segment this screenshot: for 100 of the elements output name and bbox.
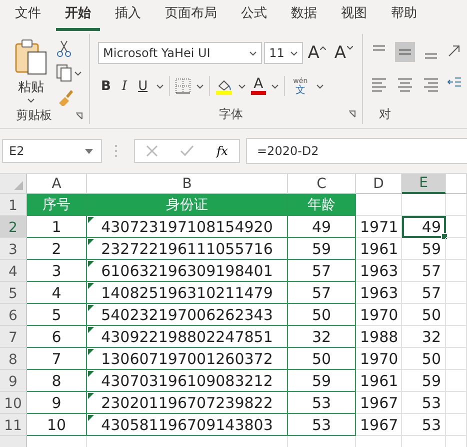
row-header[interactable]: 9 <box>0 370 27 392</box>
ribbon-tab[interactable]: 帮助 <box>382 0 426 30</box>
table-cell: 610632196309198401 <box>87 260 288 282</box>
caret-icon[interactable] <box>156 84 164 88</box>
empty-cell <box>446 348 467 370</box>
table-cell: 1961 <box>356 238 402 260</box>
group-label: 剪贴板 <box>16 107 52 124</box>
table-cell: 430922198802247851 <box>87 326 288 348</box>
table-cell: 130607197001260372 <box>87 348 288 370</box>
ribbon-tab[interactable]: 公式 <box>232 0 276 30</box>
table-cell: 53 <box>402 414 446 436</box>
empty-cell <box>446 392 467 414</box>
table-cell: 232722196111055716 <box>87 238 288 260</box>
table-cell: 1971 <box>356 216 402 238</box>
table-cell: 140825196310211479 <box>87 282 288 304</box>
table-cell: 1970 <box>356 304 402 326</box>
underline-button[interactable]: U <box>135 78 151 94</box>
table-cell: 59 <box>402 370 446 392</box>
empty-cell <box>446 414 467 436</box>
table-cell: 1970 <box>356 348 402 370</box>
caret-icon <box>27 98 35 103</box>
empty-cell <box>446 304 467 326</box>
caret-icon[interactable] <box>238 84 246 88</box>
table-cell: 57 <box>402 260 446 282</box>
row-header[interactable]: 5 <box>0 282 27 304</box>
table-cell: 57 <box>288 282 356 304</box>
caret-icon[interactable] <box>316 84 324 88</box>
paste-button[interactable]: 粘贴 <box>12 34 50 107</box>
row-header[interactable]: 2 <box>0 216 27 238</box>
table-cell: 59 <box>288 238 356 260</box>
triangle-icon <box>14 181 23 190</box>
column-title: 年龄 <box>288 194 356 216</box>
table-cell: 57 <box>288 260 356 282</box>
check-icon[interactable] <box>180 145 194 157</box>
table-cell: 9 <box>27 392 87 414</box>
caret-icon[interactable] <box>271 84 280 88</box>
row-header[interactable]: 8 <box>0 348 27 370</box>
align-middle-icon[interactable] <box>395 42 415 62</box>
font-color-button[interactable]: A <box>250 77 266 95</box>
row-header[interactable]: 1 <box>0 194 27 216</box>
table-cell: 8 <box>27 370 87 392</box>
name-box[interactable]: E2 <box>2 139 102 163</box>
table-cell: 1963 <box>356 282 402 304</box>
row-header[interactable]: 4 <box>0 260 27 282</box>
dialog-launcher-icon[interactable] <box>75 112 83 120</box>
empty-cell <box>402 194 446 216</box>
bold-button[interactable]: B <box>98 78 114 94</box>
column-title: 序号 <box>27 194 87 216</box>
column-header[interactable]: B <box>87 174 288 194</box>
caret-icon[interactable] <box>196 84 204 88</box>
column-title: 身份证 <box>87 194 288 216</box>
empty-cell <box>446 216 467 238</box>
grip-icon[interactable] <box>114 144 118 158</box>
caret-icon[interactable] <box>249 50 258 56</box>
grow-font-button[interactable]: A <box>304 43 330 63</box>
copy-icon[interactable] <box>56 64 82 82</box>
row-header[interactable]: 6 <box>0 304 27 326</box>
table-cell: 430723197108154920 <box>87 216 288 238</box>
row-header[interactable]: 3 <box>0 238 27 260</box>
ribbon-tab[interactable]: 数据 <box>282 0 326 30</box>
ribbon-tab[interactable]: 视图 <box>332 0 376 30</box>
column-header[interactable]: C <box>288 174 356 194</box>
insert-function-button[interactable]: fx <box>216 144 228 158</box>
table-cell: 50 <box>402 348 446 370</box>
table-cell: 59 <box>288 370 356 392</box>
table-cell: 1988 <box>356 326 402 348</box>
cut-icon[interactable] <box>56 40 72 58</box>
table-cell: 1961 <box>356 370 402 392</box>
dialog-launcher-icon[interactable] <box>348 110 356 118</box>
row-header[interactable]: 10 <box>0 392 27 414</box>
borders-icon[interactable] <box>174 78 191 94</box>
empty-cell <box>446 370 467 392</box>
row-header[interactable]: 7 <box>0 326 27 348</box>
ribbon-tab[interactable]: 页面布局 <box>156 0 226 30</box>
table-cell: 49 <box>402 216 446 238</box>
table-cell: 2 <box>27 238 87 260</box>
row-header[interactable]: 11 <box>0 414 27 436</box>
caret-icon[interactable] <box>85 148 93 154</box>
shrink-font-button[interactable]: A <box>331 43 356 63</box>
table-cell: 540232197006262343 <box>87 304 288 326</box>
column-header[interactable]: A <box>27 174 87 194</box>
table-cell: 32 <box>288 326 356 348</box>
table-cell: 5 <box>27 304 87 326</box>
ribbon-tab[interactable]: 插入 <box>106 0 150 30</box>
column-header[interactable]: E <box>402 174 446 194</box>
caret-icon[interactable] <box>290 50 298 56</box>
empty-cell <box>446 238 467 260</box>
table-cell: 50 <box>288 348 356 370</box>
italic-button[interactable]: I <box>118 78 130 94</box>
empty-cell <box>446 260 467 282</box>
table-cell: 7 <box>27 348 87 370</box>
table-cell: 4 <box>27 282 87 304</box>
font-size-field[interactable]: 11 <box>264 42 303 64</box>
column-header[interactable]: D <box>356 174 402 194</box>
table-cell: 53 <box>402 392 446 414</box>
font-name-field[interactable]: Microsoft YaHei UI <box>98 42 262 64</box>
ribbon-tab[interactable]: 文件 <box>6 0 50 30</box>
group-label: 对 <box>379 106 391 122</box>
table-cell: 6 <box>27 326 87 348</box>
formula-field[interactable]: =2020-D2 <box>246 138 467 164</box>
